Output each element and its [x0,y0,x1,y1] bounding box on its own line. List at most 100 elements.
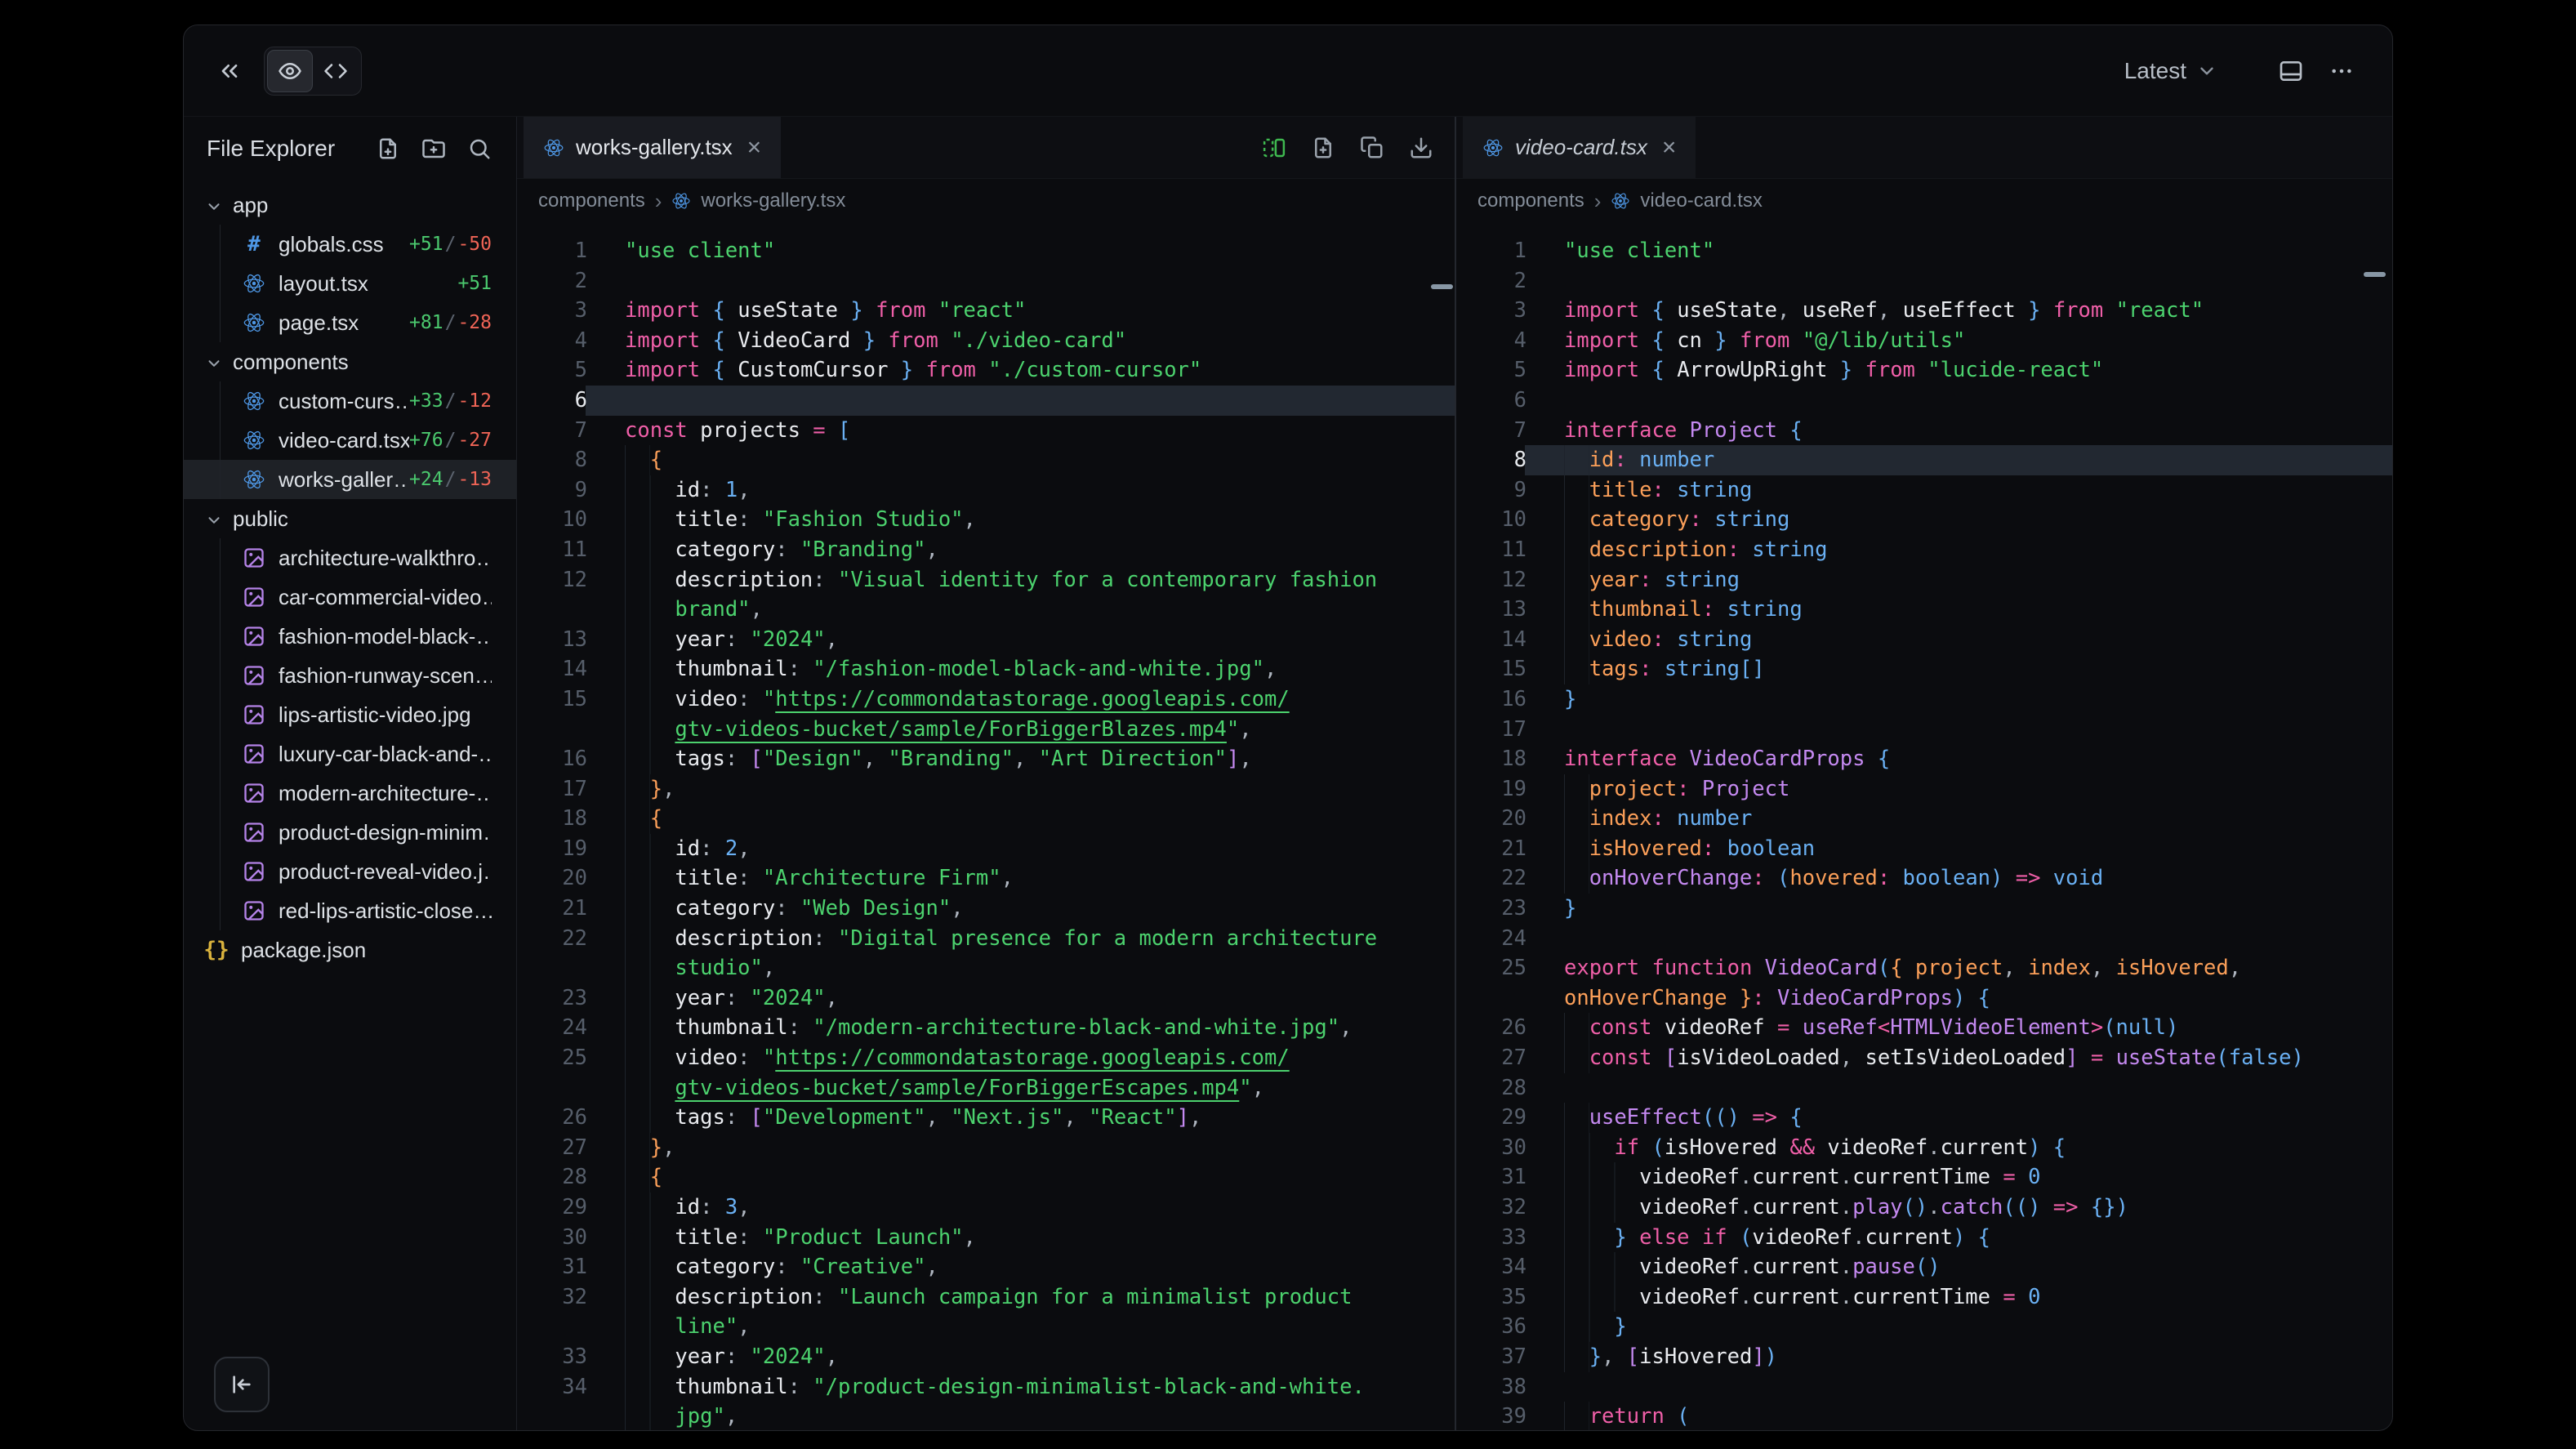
split-editor-button[interactable] [1262,136,1286,160]
code-line[interactable]: 13year: "2024", [517,625,1455,655]
more-options-button[interactable] [2329,58,2355,84]
code-line[interactable]: 20index: number [1456,804,2392,834]
code-line[interactable]: jpg", [517,1402,1455,1430]
breadcrumb-file[interactable]: works-gallery.tsx [701,189,845,212]
code-line[interactable]: 8id: number [1456,445,2392,475]
code-line[interactable]: onHoverChange }: VideoCardProps) { [1456,983,2392,1014]
code-line[interactable]: 10category: string [1456,505,2392,535]
search-files-button[interactable] [467,136,492,161]
code-line[interactable]: line", [517,1312,1455,1342]
code-line[interactable]: 8{ [517,445,1455,475]
tree-folder-public[interactable]: public [184,499,516,538]
code-line[interactable]: 24thumbnail: "/modern-architecture-black… [517,1013,1455,1043]
close-tab-icon[interactable]: × [747,136,762,160]
code-line[interactable]: gtv-videos-bucket/sample/ForBiggerEscape… [517,1073,1455,1103]
code-line[interactable]: 12year: string [1456,565,2392,595]
code-line[interactable]: 19project: Project [1456,774,2392,805]
tree-file-architecture-walkthro-[interactable]: architecture-walkthro… [184,538,516,577]
code-line[interactable]: 21isHovered: boolean [1456,834,2392,864]
code-line[interactable]: 3import { useState, useRef, useEffect } … [1456,296,2392,326]
version-selector[interactable]: Latest [2124,58,2217,84]
tree-file-globals.css[interactable]: #globals.css+51/-50 [184,225,516,264]
tree-file-video-card.tsx[interactable]: video-card.tsx+76/-27 [184,421,516,460]
tab-works-gallery[interactable]: works-gallery.tsx × [524,117,781,178]
code-line[interactable]: 31category: "Creative", [517,1252,1455,1282]
code-line[interactable]: 34videoRef.current.pause() [1456,1252,2392,1282]
code-line[interactable]: 37}, [isHovered]) [1456,1342,2392,1372]
code-line[interactable]: 16} [1456,684,2392,715]
code-line[interactable]: 36} [1456,1312,2392,1342]
tree-file-product-design-minim-[interactable]: product-design-minim… [184,813,516,852]
code-line[interactable]: 23year: "2024", [517,983,1455,1014]
code-line[interactable]: 21category: "Web Design", [517,894,1455,924]
code-toggle-button[interactable] [313,50,359,92]
tree-file-red-lips-artistic-close-[interactable]: red-lips-artistic-close… [184,891,516,930]
tree-file-works-galler-[interactable]: works-galler…+24/-13 [184,460,516,499]
code-line[interactable]: 9id: 1, [517,475,1455,506]
code-line[interactable]: 16tags: ["Design", "Branding", "Art Dire… [517,744,1455,774]
code-line[interactable]: 26tags: ["Development", "Next.js", "Reac… [517,1103,1455,1133]
code-line[interactable]: 6 [1456,386,2392,416]
code-editor-video-card[interactable]: 1"use client"23import { useState, useRef… [1456,223,2392,1430]
code-line[interactable]: 22onHoverChange: (hovered: boolean) => v… [1456,863,2392,894]
code-line[interactable]: 38 [1456,1372,2392,1402]
breadcrumb-folder[interactable]: components [538,189,645,212]
tree-file-page.tsx[interactable]: page.tsx+81/-28 [184,303,516,342]
code-line[interactable]: 2 [1456,266,2392,296]
tree-file-fashion-model-black-[interactable]: fashion-model-black-… [184,617,516,656]
code-line[interactable]: 17}, [517,774,1455,805]
code-line[interactable]: 30if (isHovered && videoRef.current) { [1456,1133,2392,1163]
code-line[interactable]: 22description: "Digital presence for a m… [517,924,1455,954]
code-line[interactable]: 7const projects = [ [517,416,1455,446]
code-line[interactable]: 19id: 2, [517,834,1455,864]
code-line[interactable]: 11description: string [1456,535,2392,565]
code-line[interactable]: 3import { useState } from "react" [517,296,1455,326]
tree-folder-components[interactable]: components [184,342,516,381]
code-line[interactable]: 13thumbnail: string [1456,595,2392,625]
tree-file-custom-curs-[interactable]: custom-curs…+33/-12 [184,381,516,421]
code-line[interactable]: 1"use client" [517,236,1455,266]
code-line[interactable]: 28{ [517,1162,1455,1193]
code-line[interactable]: 11category: "Branding", [517,535,1455,565]
breadcrumb-folder[interactable]: components [1477,189,1584,212]
code-line[interactable]: 27}, [517,1133,1455,1163]
code-line[interactable]: 5import { CustomCursor } from "./custom-… [517,355,1455,386]
code-line[interactable]: 5import { ArrowUpRight } from "lucide-re… [1456,355,2392,386]
tab-video-card[interactable]: video-card.tsx × [1463,117,1696,178]
code-line[interactable]: 14video: string [1456,625,2392,655]
code-line[interactable]: 32videoRef.current.play().catch(() => {}… [1456,1193,2392,1223]
code-line[interactable]: 25export function VideoCard({ project, i… [1456,953,2392,983]
code-line[interactable]: 39return ( [1456,1402,2392,1430]
tree-file-package.json[interactable]: {}package.json [184,930,516,970]
code-line[interactable]: 28 [1456,1073,2392,1103]
code-line[interactable]: 32description: "Launch campaign for a mi… [517,1282,1455,1313]
new-folder-button[interactable] [421,136,446,161]
code-line[interactable]: 35videoRef.current.currentTime = 0 [1456,1282,2392,1313]
add-file-button[interactable] [1311,136,1335,160]
code-line[interactable]: 7interface Project { [1456,416,2392,446]
code-line[interactable]: gtv-videos-bucket/sample/ForBiggerBlazes… [517,715,1455,745]
copy-file-button[interactable] [1360,136,1384,160]
code-line[interactable]: 15tags: string[] [1456,654,2392,684]
code-line[interactable]: studio", [517,953,1455,983]
new-file-button[interactable] [376,136,400,161]
panel-layout-button[interactable] [2278,58,2304,84]
collapse-sidebar-button[interactable] [214,1357,270,1412]
code-line[interactable]: 26const videoRef = useRef<HTMLVideoEleme… [1456,1013,2392,1043]
code-line[interactable]: 30title: "Product Launch", [517,1223,1455,1253]
code-line[interactable]: 31videoRef.current.currentTime = 0 [1456,1162,2392,1193]
code-line[interactable]: 9title: string [1456,475,2392,506]
download-button[interactable] [1409,136,1433,160]
code-line[interactable]: 10title: "Fashion Studio", [517,505,1455,535]
code-line[interactable]: 23} [1456,894,2392,924]
code-line[interactable]: 18interface VideoCardProps { [1456,744,2392,774]
code-line[interactable]: 18{ [517,804,1455,834]
collapse-panel-button[interactable] [216,58,243,84]
tree-file-product-reveal-video.j-[interactable]: product-reveal-video.j… [184,852,516,891]
tree-file-modern-architecture-[interactable]: modern-architecture-… [184,774,516,813]
code-line[interactable]: 24 [1456,924,2392,954]
code-line[interactable]: 34thumbnail: "/product-design-minimalist… [517,1372,1455,1402]
code-line[interactable]: 33year: "2024", [517,1342,1455,1372]
scrollbar-thumb[interactable] [1431,284,1453,289]
code-line[interactable]: 25video: "https://commondatastorage.goog… [517,1043,1455,1073]
